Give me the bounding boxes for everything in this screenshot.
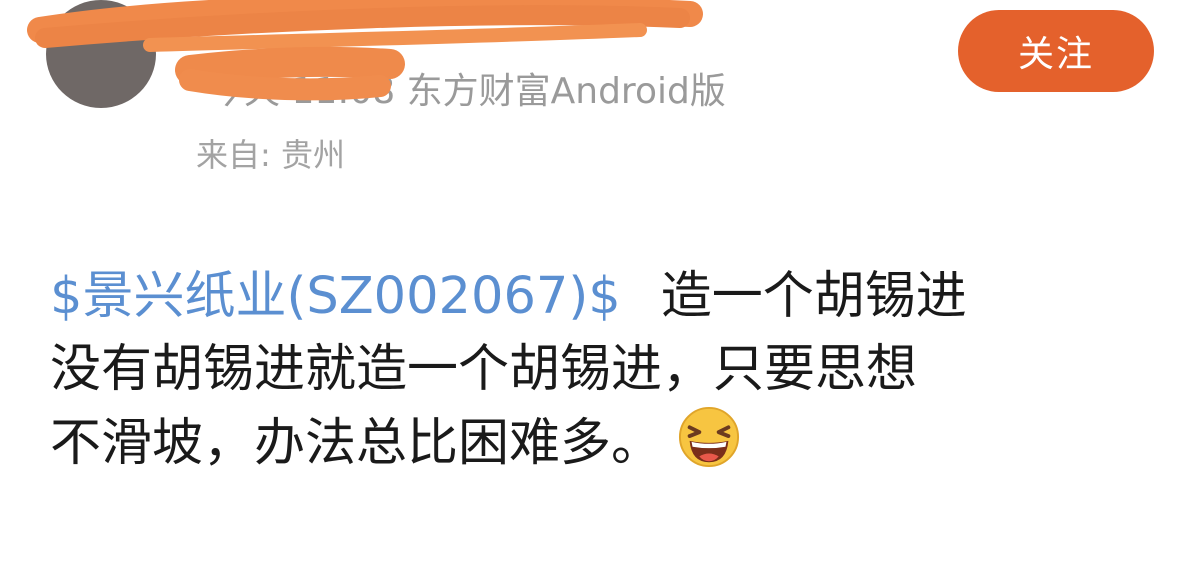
post-line-3: 不滑坡，办法总比困难多。 [50, 406, 1160, 480]
follow-button[interactable]: 关注 [958, 10, 1154, 92]
post-meta: 今天 11:08 东方财富Android版 [208, 71, 726, 112]
post-line-1: $景兴纸业(SZ002067)$ 造一个胡锡进 [50, 260, 1160, 333]
post-card: 今天 11:08 东方财富Android版 来自: 贵州 关注 $景兴纸业(SZ… [0, 0, 1199, 580]
avatar[interactable] [46, 0, 156, 108]
post-location: 来自: 贵州 [196, 136, 345, 174]
post-line-2: 没有胡锡进就造一个胡锡进，只要思想 [50, 340, 918, 399]
stock-link[interactable]: $景兴纸业(SZ002067)$ [50, 267, 621, 326]
post-text-1: 造一个胡锡进 [660, 267, 967, 326]
laughing-face-icon [678, 406, 740, 468]
post-content: $景兴纸业(SZ002067)$ 造一个胡锡进 没有胡锡进就造一个胡锡进，只要思想… [50, 260, 1160, 480]
post-text-3: 不滑坡，办法总比困难多。 [50, 414, 663, 473]
